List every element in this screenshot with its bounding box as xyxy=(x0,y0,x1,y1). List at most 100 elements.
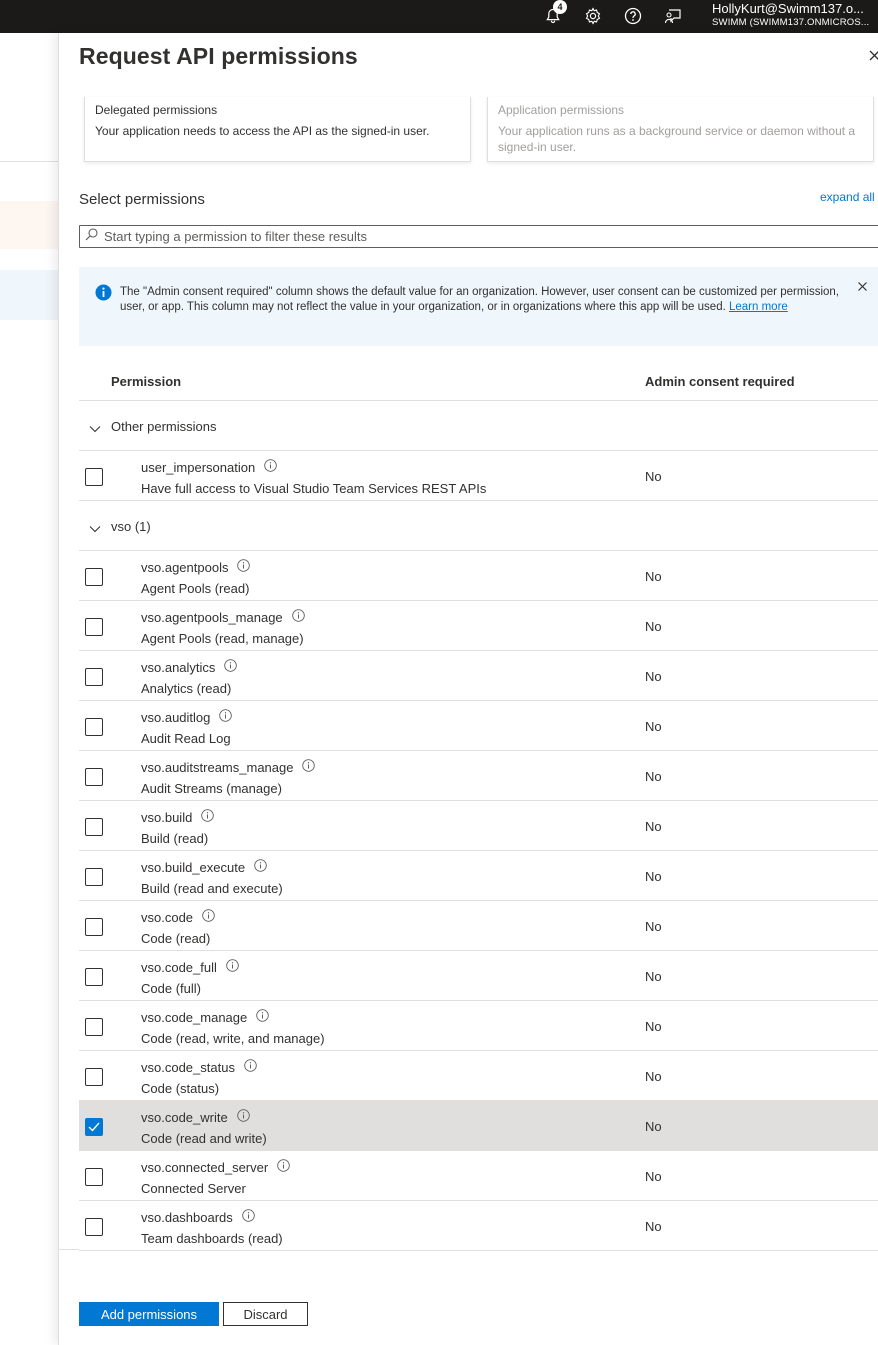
permission-row[interactable]: vso.analytics Analytics (read) No xyxy=(79,651,878,701)
permission-row[interactable]: vso.build Build (read) No xyxy=(79,801,878,851)
account-menu[interactable]: HollyKurt@Swimm137.o... SWIMM (SWIMM137.… xyxy=(712,1,878,29)
permission-description: Code (full) xyxy=(141,981,201,996)
permission-name-wrap: vso.analytics xyxy=(141,659,238,675)
select-permissions-label: Select permissions xyxy=(79,191,205,208)
info-circle-icon[interactable] xyxy=(302,759,316,775)
permission-row[interactable]: vso.agentpools Agent Pools (read) No xyxy=(79,551,878,601)
permission-name-wrap: vso.auditlog xyxy=(141,709,233,725)
add-permissions-button[interactable]: Add permissions xyxy=(79,1302,219,1326)
permission-name-wrap: user_impersonation xyxy=(141,459,277,475)
info-circle-icon[interactable] xyxy=(291,609,305,625)
permission-checkbox[interactable] xyxy=(85,468,103,486)
info-circle-icon[interactable] xyxy=(244,1059,257,1075)
permission-checkbox[interactable] xyxy=(85,1068,103,1086)
close-icon[interactable] xyxy=(867,49,878,67)
permission-checkbox[interactable] xyxy=(85,768,103,786)
permission-filter[interactable] xyxy=(79,225,878,248)
group-vso[interactable]: vso (1) xyxy=(79,501,878,551)
feedback-icon[interactable] xyxy=(662,5,684,27)
permission-description: Connected Server xyxy=(141,1181,246,1196)
permission-checkbox[interactable] xyxy=(85,718,103,736)
column-header-admin-consent: Admin consent required xyxy=(645,374,795,389)
info-circle-icon[interactable] xyxy=(226,959,239,975)
info-circle-icon[interactable] xyxy=(254,859,267,875)
permission-name: vso.build_execute xyxy=(141,859,246,875)
permission-row[interactable]: vso.auditstreams_manage Audit Streams (ma… xyxy=(79,751,878,801)
top-bar: 4 HollyKurt@Swimm137.o... SWIMM (SWIMM13… xyxy=(0,0,878,33)
expand-all-link[interactable]: expand all xyxy=(820,190,875,204)
permission-name: user_impersonation xyxy=(141,459,256,475)
permission-checkbox[interactable] xyxy=(85,1118,103,1136)
permission-description: Audit Read Log xyxy=(141,731,231,746)
info-circle-icon[interactable] xyxy=(242,1209,255,1225)
permission-name-wrap: vso.code xyxy=(141,909,215,925)
permission-name-wrap: vso.code_status xyxy=(141,1059,257,1075)
permission-row[interactable]: vso.code Code (read) No xyxy=(79,901,878,951)
permission-name-wrap: vso.auditstreams_manage xyxy=(141,759,316,775)
permission-checkbox[interactable] xyxy=(85,1168,103,1186)
permission-name-wrap: vso.agentpools xyxy=(141,559,251,575)
permission-filter-input[interactable] xyxy=(104,229,804,244)
permission-name: vso.auditstreams_manage xyxy=(141,759,294,775)
permission-row[interactable]: vso.code_write Code (read and write) No xyxy=(79,1101,878,1151)
checkmark-icon xyxy=(88,1122,100,1132)
permission-checkbox[interactable] xyxy=(85,918,103,936)
permission-checkbox[interactable] xyxy=(85,1218,103,1236)
admin-consent-value: No xyxy=(645,669,662,684)
permission-checkbox[interactable] xyxy=(85,1018,103,1036)
admin-consent-value: No xyxy=(645,1019,662,1034)
group-other-permissions[interactable]: Other permissions xyxy=(79,401,878,451)
learn-more-link[interactable]: Learn more xyxy=(729,301,788,313)
discard-button[interactable]: Discard xyxy=(223,1302,308,1326)
permission-row[interactable]: vso.dashboards Team dashboards (read) No xyxy=(79,1201,878,1251)
permission-row[interactable]: vso.auditlog Audit Read Log No xyxy=(79,701,878,751)
permission-name-wrap: vso.dashboards xyxy=(141,1209,255,1225)
delegated-permissions-title: Delegated permissions xyxy=(95,103,218,117)
permission-row[interactable]: vso.code_manage Code (read, write, and ma… xyxy=(79,1001,878,1051)
admin-consent-value: No xyxy=(645,1069,662,1084)
permission-description: Audit Streams (manage) xyxy=(141,781,282,796)
permission-row[interactable]: vso.code_full Code (full) No xyxy=(79,951,878,1001)
permission-row[interactable]: user_impersonation Have full access to Vi… xyxy=(79,451,878,501)
gear-icon[interactable] xyxy=(582,5,604,27)
info-circle-icon[interactable] xyxy=(237,559,251,575)
permission-checkbox[interactable] xyxy=(85,818,103,836)
permission-name: vso.dashboards xyxy=(141,1209,233,1225)
user-name: HollyKurt@Swimm137.o... xyxy=(712,1,864,16)
info-circle-icon[interactable] xyxy=(224,659,238,675)
permission-name: vso.connected_server xyxy=(141,1159,269,1175)
info-circle-icon[interactable] xyxy=(201,809,215,825)
permission-checkbox[interactable] xyxy=(85,618,103,636)
info-circle-icon[interactable] xyxy=(256,1009,270,1025)
permission-checkbox[interactable] xyxy=(85,568,103,586)
permission-row[interactable]: vso.code_status Code (status) No xyxy=(79,1051,878,1101)
permission-name-wrap: vso.build_execute xyxy=(141,859,267,875)
panel-title: Request API permissions xyxy=(79,43,358,69)
help-icon[interactable] xyxy=(622,5,644,27)
permission-checkbox[interactable] xyxy=(85,968,103,986)
delegated-permissions-desc: Your application needs to access the API… xyxy=(95,124,430,138)
info-circle-icon[interactable] xyxy=(264,459,277,475)
info-circle-icon[interactable] xyxy=(277,1159,290,1175)
application-permissions-card[interactable]: Application permissions Your application… xyxy=(487,97,874,162)
permission-checkbox[interactable] xyxy=(85,668,103,686)
admin-consent-value: No xyxy=(645,719,662,734)
permission-name: vso.agentpools_manage xyxy=(141,609,283,625)
dismiss-info-icon[interactable] xyxy=(857,279,868,297)
admin-consent-value: No xyxy=(645,569,662,584)
permission-row[interactable]: vso.agentpools_manage Agent Pools (read, … xyxy=(79,601,878,651)
permission-name-wrap: vso.agentpools_manage xyxy=(141,609,305,625)
permission-row[interactable]: vso.connected_server Connected Server No xyxy=(79,1151,878,1201)
info-circle-icon[interactable] xyxy=(236,1109,250,1125)
delegated-permissions-card[interactable]: Delegated permissions Your application n… xyxy=(84,97,471,162)
permission-description: Code (read and write) xyxy=(141,1131,267,1146)
permission-row[interactable]: vso.build_execute Build (read and execute… xyxy=(79,851,878,901)
permission-checkbox[interactable] xyxy=(85,868,103,886)
info-circle-icon[interactable] xyxy=(219,709,233,725)
permission-name: vso.code xyxy=(141,909,194,925)
permission-description: Build (read) xyxy=(141,831,209,846)
permission-description: Code (status) xyxy=(141,1081,220,1096)
info-circle-icon[interactable] xyxy=(202,909,215,925)
permission-name-wrap: vso.code_write xyxy=(141,1109,250,1125)
application-permissions-desc: Your application runs as a background se… xyxy=(498,124,856,154)
